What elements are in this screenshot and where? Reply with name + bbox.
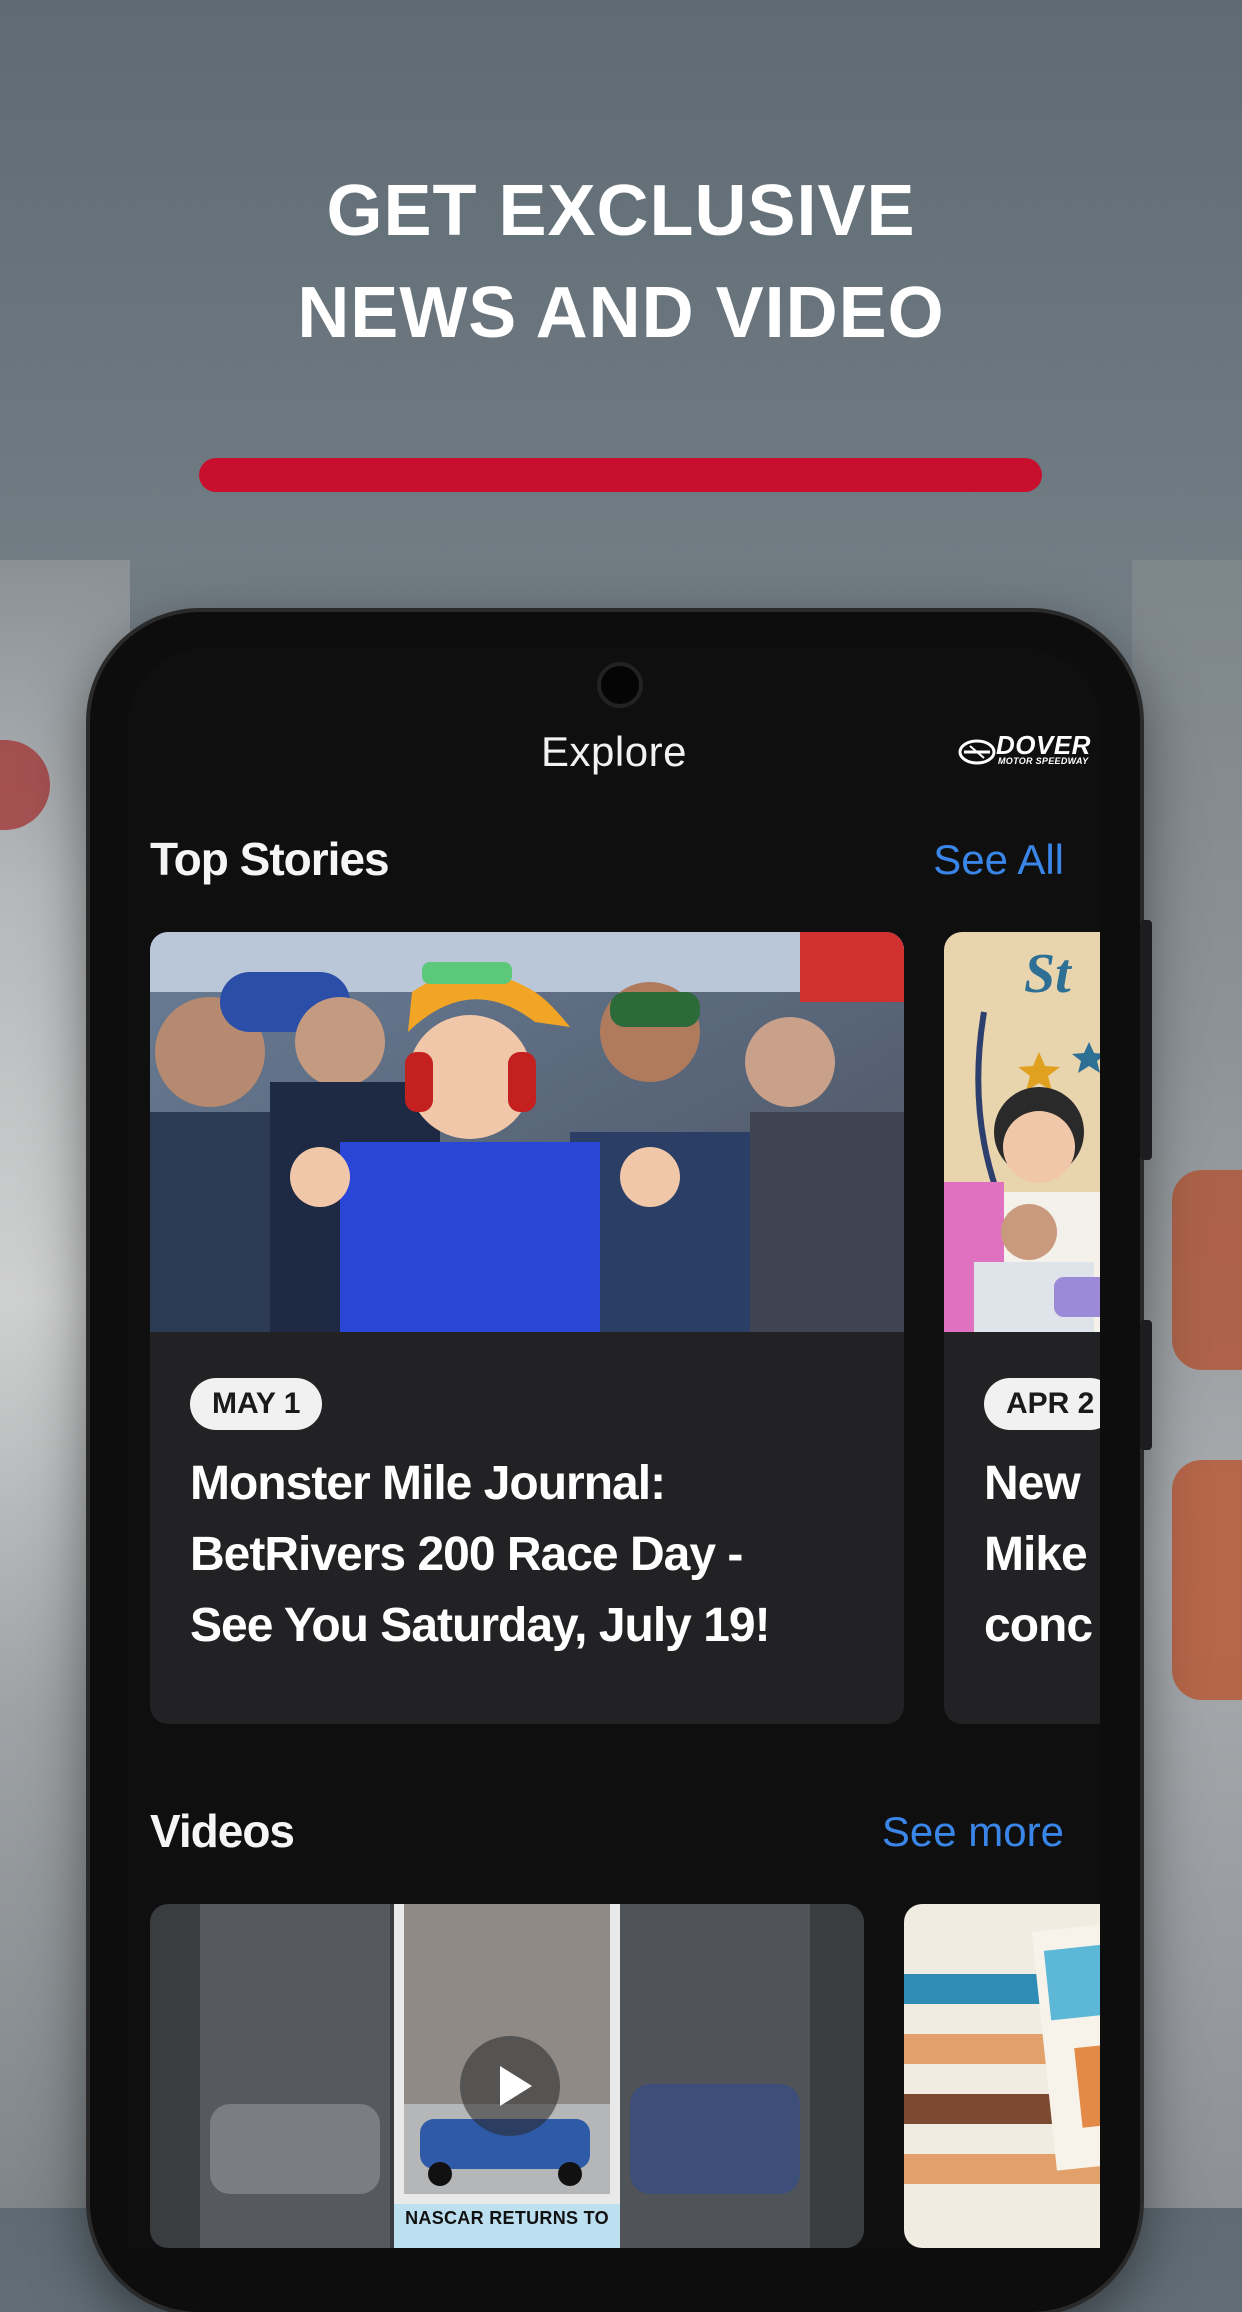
camera-icon <box>597 662 643 708</box>
videos-heading: Videos <box>150 1805 295 1857</box>
story-image: St <box>944 932 1100 1332</box>
video-card[interactable]: NASCAR RETURNS TO <box>150 1904 864 2248</box>
see-more-link[interactable]: See more <box>882 1808 1064 1856</box>
background-blur-accent <box>1172 1460 1242 1700</box>
video-thumbnail <box>904 1904 1100 2248</box>
date-badge: APR 2 <box>984 1378 1100 1430</box>
story-title: Monster Mile Journal: BetRivers 200 Race… <box>190 1448 880 1661</box>
story-card[interactable]: St APR 2 New Mike conc <box>944 932 1100 1724</box>
play-icon <box>500 2066 532 2106</box>
story-title-line: Mike <box>984 1528 1088 1581</box>
phone-power-button <box>1140 1320 1152 1450</box>
video-card[interactable] <box>904 1904 1100 2248</box>
page-title: Explore <box>541 728 687 775</box>
story-image <box>150 932 904 1332</box>
dover-logo-icon[interactable]: DOVER MOTOR SPEEDWAY <box>958 730 1093 772</box>
see-all-link[interactable]: See All <box>933 836 1064 884</box>
logo-subtext: MOTOR SPEEDWAY <box>998 756 1089 766</box>
story-title-line: conc <box>984 1599 1093 1652</box>
video-caption: NASCAR RETURNS TO <box>405 2208 609 2228</box>
date-badge: MAY 1 <box>190 1378 323 1430</box>
svg-text:St: St <box>1024 943 1072 1005</box>
promo-headline-line1: GET EXCLUSIVE <box>326 171 916 251</box>
story-title: New Mike conc <box>984 1448 1100 1661</box>
story-title-line: BetRivers 200 Race Day - <box>190 1528 743 1581</box>
top-stories-heading: Top Stories <box>150 833 390 885</box>
story-title-line: New <box>984 1457 1081 1510</box>
story-title-line: See You Saturday, July 19! <box>190 1599 771 1652</box>
promo-headline-line2: NEWS AND VIDEO <box>297 273 945 353</box>
story-title-line: Monster Mile Journal: <box>190 1457 666 1510</box>
background-blur-accent <box>1172 1170 1242 1370</box>
promo-headline: GET EXCLUSIVE NEWS AND VIDEO <box>0 160 1242 364</box>
phone-screen: Explore DOVER MOTOR SPEEDWAY Top Stories… <box>128 648 1100 2248</box>
phone-volume-button <box>1140 920 1152 1160</box>
play-button[interactable] <box>460 2036 560 2136</box>
story-card[interactable]: MAY 1 Monster Mile Journal: BetRivers 20… <box>150 932 904 1724</box>
headline-divider <box>199 458 1042 492</box>
